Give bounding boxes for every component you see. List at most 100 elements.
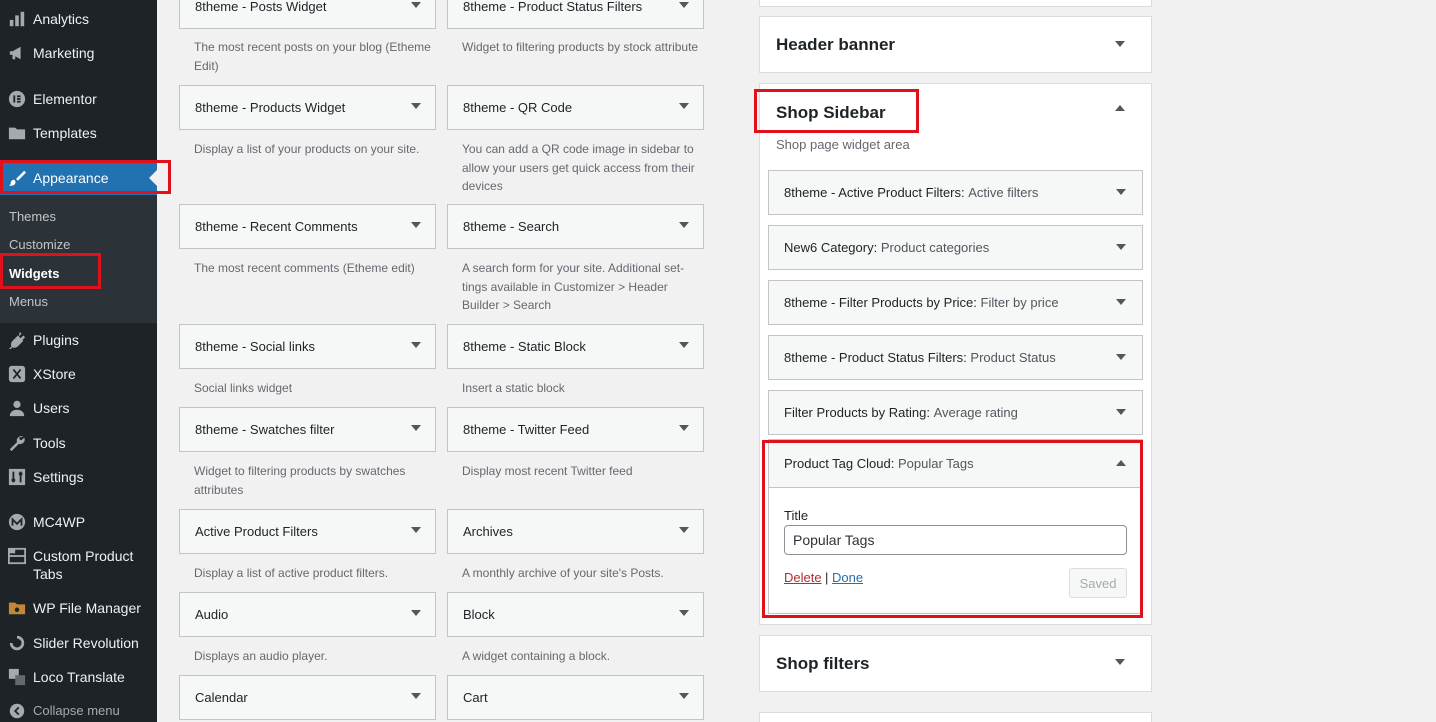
sidebar-widget-active-product-filters[interactable]: 8theme - Active Product Filters: Active … (768, 170, 1143, 215)
widget-8theme-twitter-feed[interactable]: 8theme - Twitter Feed (447, 407, 704, 452)
slider-revolution-icon (0, 634, 33, 652)
chevron-down-icon (1116, 244, 1126, 250)
menu-item-xstore[interactable]: XStore (0, 357, 157, 391)
bar-chart-icon (0, 10, 33, 28)
widget-8theme-search[interactable]: 8theme - Search (447, 204, 704, 249)
widget-desc: A widget containing a block. (462, 649, 611, 663)
section-title: Shop Sidebar (776, 103, 886, 122)
chevron-down-icon (1116, 299, 1126, 305)
sidebar-area-shop-filters[interactable]: Shop filters (759, 635, 1152, 692)
widget-header[interactable]: Product Tag Cloud: Popular Tags (769, 440, 1142, 488)
widget-8theme-product-status-filters[interactable]: 8theme - Product Status Filters (447, 0, 704, 29)
widget-desc: Social links widget (194, 381, 293, 395)
widget-desc: Display a list of active product filters… (194, 566, 389, 580)
widget-desc: Displays an audio player. (194, 649, 328, 663)
sidebar-area-shop-sidebar: Shop Sidebar Shop page widget area 8them… (759, 83, 1152, 625)
collapse-menu-button[interactable]: Collapse menu (0, 694, 157, 722)
chevron-down-icon[interactable] (1115, 41, 1125, 47)
sidebar-area-next (759, 712, 1152, 722)
sidebar-widget-filter-by-price[interactable]: 8theme - Filter Products by Price: Filte… (768, 280, 1143, 325)
menu-item-users[interactable]: Users (0, 391, 157, 425)
chevron-down-icon (411, 425, 421, 431)
chevron-down-icon (679, 103, 689, 109)
widget-desc: A monthly archive of your site's Posts. (462, 566, 664, 580)
widget-8theme-swatches-filter[interactable]: 8theme - Swatches filter (179, 407, 436, 452)
chevron-down-icon (411, 693, 421, 699)
chevron-down-icon (411, 610, 421, 616)
menu-item-elementor[interactable]: Elementor (0, 82, 157, 116)
sidebar-widget-product-status[interactable]: 8theme - Product Status Filters: Product… (768, 335, 1143, 380)
wrench-icon (0, 434, 33, 452)
widget-block[interactable]: Block (447, 592, 704, 637)
done-link[interactable]: Done (832, 570, 863, 585)
chevron-down-icon (1116, 354, 1126, 360)
link-separator: | (825, 570, 829, 585)
submenu-item-widgets[interactable]: Widgets (9, 266, 59, 281)
chevron-down-icon (679, 342, 689, 348)
sidebar-widget-product-tag-cloud: Product Tag Cloud: Popular Tags Title De… (768, 439, 1143, 614)
submenu-item-themes[interactable]: Themes (9, 209, 56, 224)
saved-button[interactable]: Saved (1069, 568, 1127, 598)
xstore-icon (0, 365, 33, 383)
chevron-down-icon[interactable] (1115, 659, 1125, 665)
chevron-up-icon[interactable] (1115, 105, 1125, 111)
widget-8theme-qr-code[interactable]: 8theme - QR Code (447, 85, 704, 130)
appearance-submenu: Themes Customize Widgets Menus (0, 195, 157, 323)
widget-audio[interactable]: Audio (179, 592, 436, 637)
section-title: Shop filters (776, 654, 870, 673)
widget-8theme-recent-comments[interactable]: 8theme - Recent Comments (179, 204, 436, 249)
widget-desc: A search form for your site. Additional … (462, 261, 685, 312)
submenu-item-menus[interactable]: Menus (9, 294, 48, 309)
widget-calendar[interactable]: Calendar (179, 675, 436, 720)
widget-cart[interactable]: Cart (447, 675, 704, 720)
file-manager-icon (0, 599, 33, 617)
menu-item-loco-translate[interactable]: Loco Translate (0, 660, 157, 694)
widget-archives[interactable]: Archives (447, 509, 704, 554)
menu-item-wp-file-manager[interactable]: WP File Manager (0, 591, 157, 625)
mc4wp-icon (0, 513, 33, 531)
submenu-item-customize[interactable]: Customize (9, 237, 70, 252)
widget-8theme-static-block[interactable]: 8theme - Static Block (447, 324, 704, 369)
chevron-down-icon (679, 527, 689, 533)
chevron-down-icon (1116, 189, 1126, 195)
widget-desc: Display a list of your products on your … (194, 142, 420, 156)
widget-desc: Insert a static block (462, 381, 565, 395)
user-icon (0, 399, 33, 417)
widget-desc: You can add a QR code image in sidebar t… (462, 142, 695, 193)
chevron-down-icon (411, 527, 421, 533)
delete-link[interactable]: Delete (784, 570, 822, 585)
title-input[interactable] (784, 525, 1127, 555)
tabs-icon (0, 547, 33, 565)
sidebar-area-previous (759, 0, 1152, 7)
widget-8theme-social-links[interactable]: 8theme - Social links (179, 324, 436, 369)
chevron-down-icon (679, 2, 689, 8)
sidebar-widget-product-categories[interactable]: New6 Category: Product categories (768, 225, 1143, 270)
menu-item-mc4wp[interactable]: MC4WP (0, 505, 157, 539)
menu-item-templates[interactable]: Templates (0, 116, 157, 150)
widget-desc: The most recent comments (Etheme edit) (194, 261, 415, 275)
collapse-arrow-icon (0, 702, 33, 720)
menu-item-marketing[interactable]: Marketing (0, 36, 157, 70)
menu-item-analytics[interactable]: Analytics (0, 2, 157, 36)
section-description: Shop page widget area (776, 137, 910, 152)
widget-desc: Display most recent Twitter feed (462, 464, 633, 478)
menu-item-appearance[interactable]: Appearance (0, 161, 157, 195)
menu-item-custom-product-tabs[interactable]: Custom Product Tabs (0, 539, 157, 591)
paintbrush-icon (0, 169, 33, 187)
widget-8theme-posts[interactable]: 8theme - Posts Widget (179, 0, 436, 29)
title-field-label: Title (784, 508, 809, 523)
menu-item-plugins[interactable]: Plugins (0, 323, 157, 357)
menu-item-settings[interactable]: Settings (0, 460, 157, 494)
chevron-down-icon (1116, 409, 1126, 415)
menu-item-tools[interactable]: Tools (0, 426, 157, 460)
widget-8theme-products[interactable]: 8theme - Products Widget (179, 85, 436, 130)
widget-desc: Widget to filtering products by swatches… (194, 464, 406, 497)
sidebar-widget-average-rating[interactable]: Filter Products by Rating: Average ratin… (768, 390, 1143, 435)
sidebar-area-header-banner[interactable]: Header banner (759, 16, 1152, 73)
translate-icon (0, 668, 33, 686)
chevron-down-icon (679, 425, 689, 431)
megaphone-icon (0, 44, 33, 62)
section-title: Header banner (776, 35, 896, 54)
widget-active-product-filters[interactable]: Active Product Filters (179, 509, 436, 554)
menu-item-slider-revolution[interactable]: Slider Revolution (0, 626, 157, 660)
